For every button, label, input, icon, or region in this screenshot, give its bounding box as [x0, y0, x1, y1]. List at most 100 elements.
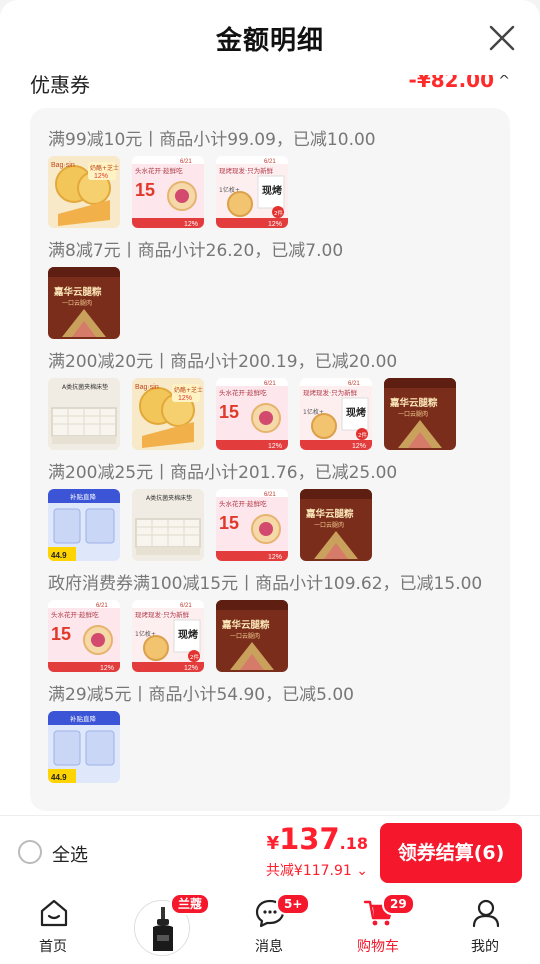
coupon-label: 优惠券	[30, 75, 90, 97]
product-thumb-mattress[interactable]: A类抗菌夹棉床垫	[132, 489, 204, 561]
coupon-amount: -¥82.00	[408, 75, 494, 92]
svg-text:6/21: 6/21	[264, 159, 276, 165]
discount-group-title: 满29减5元丨商品小计54.90，已减5.00	[48, 685, 354, 705]
svg-text:A类抗菌夹棉床垫: A类抗菌夹棉床垫	[62, 383, 108, 391]
svg-text:现烤: 现烤	[178, 628, 198, 641]
product-thumb-cookie[interactable]: Bag·sin 奶酪+芝士 12%	[132, 378, 204, 450]
svg-text:12%: 12%	[352, 443, 366, 450]
currency-symbol: ¥	[266, 833, 280, 854]
svg-text:头水花开·趁鲜吃: 头水花开·趁鲜吃	[219, 388, 267, 397]
product-thumb-flower-pastry[interactable]: 6/21 头水花开·趁鲜吃 15 12%	[48, 600, 120, 672]
tab-home[interactable]: 首页	[8, 887, 98, 964]
svg-text:44.9: 44.9	[51, 773, 67, 782]
svg-text:6/21: 6/21	[180, 603, 192, 609]
svg-text:现烤: 现烤	[262, 184, 282, 197]
total-integer: 137	[279, 822, 340, 856]
svg-text:现烤现发·只为新鲜: 现烤现发·只为新鲜	[303, 388, 358, 397]
svg-text:一口云腿肉: 一口云腿肉	[398, 410, 428, 418]
svg-text:6/21: 6/21	[348, 381, 360, 387]
svg-text:补贴直降: 补贴直降	[70, 492, 97, 501]
svg-text:12%: 12%	[94, 173, 108, 180]
product-thumb-mattress[interactable]: A类抗菌夹棉床垫	[48, 378, 120, 450]
select-all-label[interactable]: 全选	[52, 841, 88, 867]
tab-label: 我的	[471, 939, 499, 955]
product-thumb-flower-pastry[interactable]: 6/21 头水花开·趁鲜吃 15 12%	[216, 489, 288, 561]
svg-text:2件: 2件	[274, 209, 283, 217]
chevron-up-icon[interactable]: ^	[498, 75, 510, 89]
amount-detail-content: 优惠券 -¥82.00 ^ 满99减10元丨商品小计99.09，已减10.00 …	[0, 75, 540, 815]
svg-text:嘉华云腿粽: 嘉华云腿粽	[221, 619, 270, 631]
svg-text:12%: 12%	[100, 665, 114, 672]
discount-group-title: 满200减20元丨商品小计200.19，已减20.00	[48, 352, 398, 372]
svg-text:6/21: 6/21	[264, 492, 276, 498]
sheet-title: 金额明细	[215, 26, 324, 56]
total-decimal: .18	[339, 834, 368, 853]
svg-text:一口云腿肉: 一口云腿肉	[314, 521, 344, 529]
tab-label: 消息	[255, 939, 283, 955]
svg-text:12%: 12%	[268, 221, 282, 228]
product-thumb-baked-pastry[interactable]: 6/21 现烤现发·只为新鲜 1亿枚+ 现烤 2件 12%	[216, 156, 288, 228]
svg-text:头水花开·趁鲜吃: 头水花开·趁鲜吃	[51, 610, 99, 619]
svg-text:2件: 2件	[358, 431, 367, 439]
svg-text:头水花开·趁鲜吃: 头水花开·趁鲜吃	[135, 166, 183, 175]
product-thumb-baked-pastry[interactable]: 6/21 现烤现发·只为新鲜 1亿枚+ 现烤 2件 12%	[132, 600, 204, 672]
tab-label: 购物车	[357, 939, 399, 955]
svg-text:A类抗菌夹棉床垫: A类抗菌夹棉床垫	[146, 494, 192, 502]
cart-badge: 29	[382, 893, 415, 915]
svg-text:6/21: 6/21	[264, 381, 276, 387]
svg-text:头水花开·趁鲜吃: 头水花开·趁鲜吃	[219, 499, 267, 508]
svg-text:15: 15	[135, 180, 155, 200]
svg-text:15: 15	[219, 513, 239, 533]
total-price: ¥137.18	[267, 822, 368, 856]
tab-profile[interactable]: 我的	[440, 887, 530, 964]
svg-text:Bag·sin: Bag·sin	[135, 384, 159, 391]
svg-text:12%: 12%	[184, 665, 198, 672]
tab-label: 首页	[39, 939, 67, 955]
product-thumb-zongzi[interactable]: 嘉华云腿粽 一口云腿肉	[48, 267, 120, 339]
svg-text:现烤: 现烤	[346, 406, 366, 419]
product-thumb-baked-pastry[interactable]: 6/21 现烤现发·只为新鲜 1亿枚+ 现烤 2件 12%	[300, 378, 372, 450]
close-icon[interactable]	[488, 24, 516, 52]
svg-text:2件: 2件	[190, 653, 199, 661]
svg-text:现烤现发·只为新鲜: 现烤现发·只为新鲜	[219, 166, 274, 175]
product-thumb-cookie[interactable]: Bag·sin 奶酪+芝士 12%	[48, 156, 120, 228]
coupon-row[interactable]: 优惠券 -¥82.00 ^	[30, 75, 510, 99]
select-all-checkbox[interactable]	[18, 840, 42, 864]
svg-text:嘉华云腿粽: 嘉华云腿粽	[305, 508, 354, 520]
svg-text:15: 15	[51, 624, 71, 644]
promo-badge: 兰蔻	[170, 893, 211, 915]
discount-group-title: 满200减25元丨商品小计201.76，已减25.00	[48, 463, 398, 483]
home-icon	[40, 899, 68, 927]
svg-text:一口云腿肉: 一口云腿肉	[62, 299, 92, 307]
svg-text:12%: 12%	[268, 443, 282, 450]
product-thumb-zongzi[interactable]: 嘉华云腿粽 一口云腿肉	[384, 378, 456, 450]
svg-text:补贴直降: 补贴直降	[70, 714, 97, 723]
product-thumb-zongzi[interactable]: 嘉华云腿粽 一口云腿肉	[300, 489, 372, 561]
checkout-bar: 全选 ¥137.18 共减¥117.91 ⌄ 领券结算(6)	[0, 815, 540, 887]
svg-text:Bag·sin: Bag·sin	[51, 162, 75, 169]
svg-text:嘉华云腿粽: 嘉华云腿粽	[389, 397, 438, 409]
discount-group-title: 满99减10元丨商品小计99.09，已减10.00	[48, 130, 376, 150]
product-thumb-zongzi[interactable]: 嘉华云腿粽 一口云腿肉	[216, 600, 288, 672]
discount-detail-panel: 满99减10元丨商品小计99.09，已减10.00 Bag·sin 奶酪+芝士 …	[30, 108, 510, 811]
discount-group-title: 政府消费券满100减15元丨商品小计109.62，已减15.00	[48, 574, 483, 594]
svg-text:6/21: 6/21	[180, 159, 192, 165]
checkout-button[interactable]: 领券结算(6)	[380, 823, 522, 883]
svg-text:44.9: 44.9	[51, 551, 67, 560]
svg-text:15: 15	[219, 402, 239, 422]
total-saved-toggle[interactable]: 共减¥117.91 ⌄	[266, 860, 368, 880]
product-thumb-diapers[interactable]: 补贴直降 44.9	[48, 711, 120, 783]
sheet-header: 金额明细	[0, 0, 540, 75]
messages-badge: 5+	[276, 893, 311, 915]
svg-text:奶酪+芝士: 奶酪+芝士	[90, 164, 119, 172]
svg-text:奶酪+芝士: 奶酪+芝士	[174, 386, 203, 394]
svg-text:6/21: 6/21	[96, 603, 108, 609]
product-thumb-diapers[interactable]: 补贴直降 44.9	[48, 489, 120, 561]
profile-icon	[472, 899, 500, 928]
discount-group-title: 满8减7元丨商品小计26.20，已减7.00	[48, 241, 344, 261]
svg-text:12%: 12%	[184, 221, 198, 228]
svg-text:现烤现发·只为新鲜: 现烤现发·只为新鲜	[135, 610, 190, 619]
svg-text:12%: 12%	[268, 554, 282, 561]
product-thumb-flower-pastry[interactable]: 6/21 头水花开·趁鲜吃 15 12%	[132, 156, 204, 228]
product-thumb-flower-pastry[interactable]: 6/21 头水花开·趁鲜吃 15 12%	[216, 378, 288, 450]
